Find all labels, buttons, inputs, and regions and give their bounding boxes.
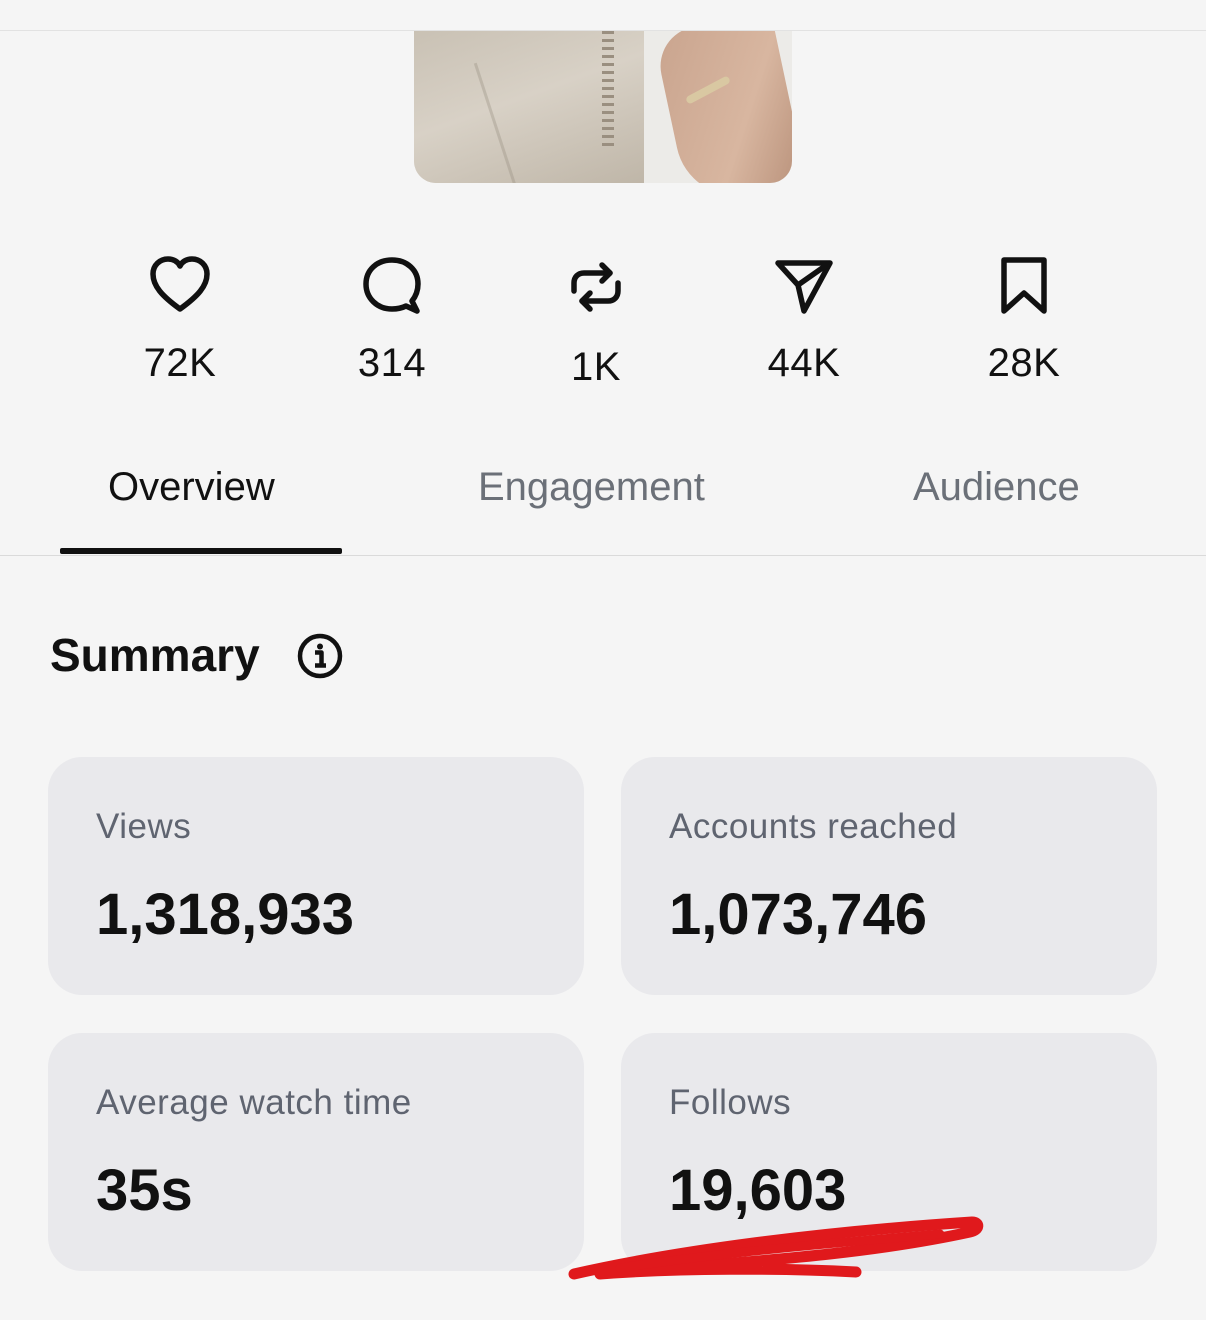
tab-overview[interactable]: Overview	[108, 465, 275, 510]
comments-count: 314	[357, 341, 427, 385]
metric-comments[interactable]: 314	[322, 255, 462, 386]
engagement-metrics: 72K 314 1K 44K 28K	[0, 255, 1206, 405]
views-value: 1,318,933	[96, 882, 355, 947]
metric-likes[interactable]: 72K	[110, 255, 250, 386]
thumbnail-notebook-spiral	[602, 31, 614, 151]
red-underline-annotation	[568, 1216, 984, 1280]
accounts-reached-value: 1,073,746	[669, 882, 928, 947]
accounts-reached-label: Accounts reached	[669, 807, 958, 846]
bookmark-icon	[1001, 257, 1047, 314]
views-card[interactable]: Views 1,318,933	[48, 757, 584, 995]
summary-title: Summary	[50, 629, 260, 681]
average-watch-time-label: Average watch time	[96, 1083, 412, 1122]
metric-reposts[interactable]: 1K	[526, 255, 666, 390]
tabs-divider	[0, 555, 1206, 556]
average-watch-time-card[interactable]: Average watch time 35s	[48, 1033, 584, 1271]
info-icon[interactable]	[296, 632, 344, 680]
active-tab-indicator	[60, 548, 342, 554]
tab-audience[interactable]: Audience	[913, 465, 1080, 510]
shares-count: 44K	[767, 341, 841, 385]
insights-tabs: Overview Engagement Audience	[0, 455, 1206, 555]
tab-engagement[interactable]: Engagement	[478, 465, 705, 510]
heart-icon	[150, 256, 210, 312]
average-watch-time-value: 35s	[96, 1158, 193, 1223]
likes-count: 72K	[143, 341, 217, 385]
repost-icon	[571, 262, 621, 312]
comment-icon	[363, 257, 421, 314]
follows-label: Follows	[669, 1083, 792, 1122]
metric-shares[interactable]: 44K	[734, 255, 874, 386]
reposts-count: 1K	[571, 345, 621, 389]
send-icon	[775, 260, 833, 314]
metric-saves[interactable]: 28K	[954, 255, 1094, 386]
accounts-reached-card[interactable]: Accounts reached 1,073,746	[621, 757, 1157, 995]
post-thumbnail[interactable]	[414, 31, 792, 183]
views-label: Views	[96, 807, 192, 846]
saves-count: 28K	[987, 341, 1061, 385]
